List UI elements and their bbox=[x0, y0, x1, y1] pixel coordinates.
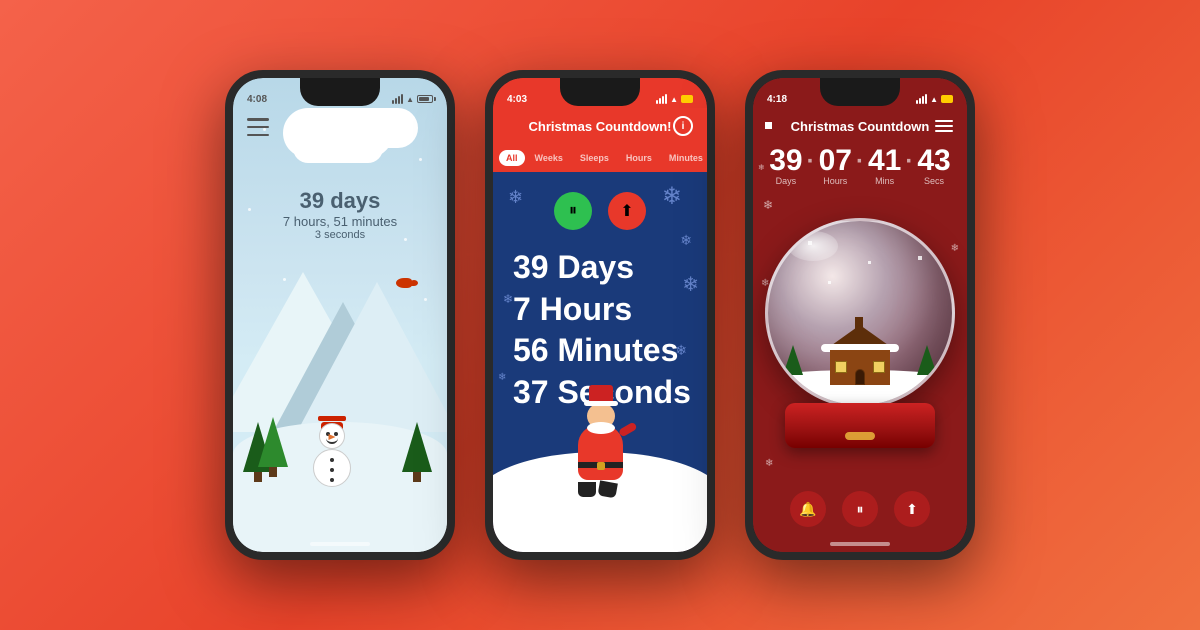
snowflake-4: ❄ bbox=[503, 292, 513, 306]
control-buttons: ⏸ ⬆ bbox=[493, 192, 707, 230]
p3-pause-button[interactable]: ⏸ bbox=[842, 491, 878, 527]
info-button[interactable]: i bbox=[673, 116, 693, 136]
p3-days-label: Days bbox=[776, 176, 797, 186]
battery-icon bbox=[417, 95, 433, 103]
tab-all[interactable]: All bbox=[499, 150, 525, 166]
wifi-icon-2: ▲ bbox=[670, 95, 678, 104]
phone3-status-bar: 4:18 ▲ bbox=[753, 78, 967, 112]
p3-hours-number: 07 bbox=[819, 146, 852, 176]
p3-days-unit: 39 Days bbox=[769, 146, 802, 186]
tab-bar: All Weeks Sleeps Hours Minutes Seconds bbox=[493, 144, 707, 172]
home-indicator-2 bbox=[570, 542, 630, 546]
phone1-time: 4:08 bbox=[247, 94, 267, 105]
menu-icon[interactable] bbox=[247, 118, 269, 136]
globe-base bbox=[785, 403, 935, 448]
phone1-seconds: 3 seconds bbox=[233, 229, 447, 241]
globe-tree-left bbox=[783, 345, 803, 375]
p3-mins-unit: 41 Mins bbox=[868, 146, 901, 186]
phone2-title: Christmas Countdown! bbox=[529, 119, 672, 134]
phone3-screen: 4:18 ▲ Christmas Countdown bbox=[753, 78, 967, 552]
home-indicator bbox=[310, 542, 370, 546]
globe-highlight bbox=[788, 231, 838, 261]
globe-base-light bbox=[845, 432, 875, 440]
cloud bbox=[293, 133, 383, 163]
phone1-countdown-text: 39 days 7 hours, 51 minutes 3 seconds bbox=[233, 188, 447, 241]
p3-sep2: · bbox=[856, 148, 864, 186]
p3-sep1: · bbox=[807, 148, 815, 186]
signal-icon-2 bbox=[656, 94, 667, 104]
header-dot bbox=[765, 122, 772, 129]
phone3-header: Christmas Countdown bbox=[753, 108, 967, 144]
snowflake-7: ❄ bbox=[498, 372, 506, 383]
p3-sep3: · bbox=[905, 148, 913, 186]
tab-hours[interactable]: Hours bbox=[619, 150, 659, 166]
battery-icon-2 bbox=[681, 95, 693, 103]
santa-container bbox=[493, 392, 707, 552]
mountain-3 bbox=[297, 282, 447, 432]
bird-icon bbox=[396, 278, 412, 288]
globe-tree-right bbox=[917, 345, 937, 375]
countdown-days: 39 Days bbox=[513, 247, 691, 289]
phone-3: 4:18 ▲ Christmas Countdown bbox=[745, 70, 975, 560]
tree-left2 bbox=[258, 417, 288, 477]
phone1-screen: 4:08 ▲ bbox=[233, 78, 447, 552]
phone2-time: 4:03 bbox=[507, 94, 527, 105]
tab-weeks[interactable]: Weeks bbox=[528, 150, 570, 166]
p3-days-number: 39 bbox=[769, 146, 802, 176]
tree-right bbox=[402, 422, 432, 482]
p3-snowflake-5: ❄ bbox=[765, 458, 773, 469]
phone3-countdown: 39 Days · 07 Hours · 41 Mins · 43 Secs bbox=[753, 146, 967, 186]
globe-snow-dot bbox=[808, 241, 812, 245]
wifi-icon: ▲ bbox=[406, 95, 414, 104]
p3-hours-label: Hours bbox=[823, 176, 847, 186]
p3-secs-label: Secs bbox=[924, 176, 944, 186]
phone2-status-icons: ▲ bbox=[656, 94, 693, 104]
home-indicator-3 bbox=[830, 542, 890, 546]
phone1-days: 39 days bbox=[233, 188, 447, 214]
pause-button[interactable]: ⏸ bbox=[554, 192, 592, 230]
phone2-app-header: Christmas Countdown! i bbox=[493, 108, 707, 144]
p3-mins-label: Mins bbox=[875, 176, 894, 186]
phone2-screen: 4:03 ▲ Christmas Countdown! i All Weeks … bbox=[493, 78, 707, 552]
tab-minutes[interactable]: Minutes bbox=[662, 150, 707, 166]
phone3-status-icons: ▲ bbox=[916, 94, 953, 104]
p3-hours-unit: 07 Hours bbox=[819, 146, 852, 186]
signal-icon bbox=[392, 94, 403, 104]
phone-2: 4:03 ▲ Christmas Countdown! i All Weeks … bbox=[485, 70, 715, 560]
snow-dot bbox=[419, 158, 422, 161]
p3-share-button[interactable]: ⬆ bbox=[894, 491, 930, 527]
p3-secs-number: 43 bbox=[917, 146, 950, 176]
globe-house bbox=[810, 315, 910, 385]
share-button[interactable]: ⬆ bbox=[608, 192, 646, 230]
p3-mins-number: 41 bbox=[868, 146, 901, 176]
wifi-icon-3: ▲ bbox=[930, 95, 938, 104]
battery-icon-3 bbox=[941, 95, 953, 103]
globe-snow-dot bbox=[918, 256, 922, 260]
globe-snow-dot bbox=[868, 261, 871, 264]
p3-secs-unit: 43 Secs bbox=[917, 146, 950, 186]
signal-icon-3 bbox=[916, 94, 927, 104]
snow-globe bbox=[765, 218, 955, 408]
phone3-time: 4:18 bbox=[767, 94, 787, 105]
snowman bbox=[313, 416, 351, 487]
globe-snow-dot bbox=[828, 281, 831, 284]
phone1-status-icons: ▲ bbox=[392, 94, 433, 104]
phone1-status-bar: 4:08 ▲ bbox=[233, 78, 447, 112]
phone3-title: Christmas Countdown bbox=[791, 119, 930, 134]
phone2-status-bar: 4:03 ▲ bbox=[493, 78, 707, 112]
phone-1: 4:08 ▲ bbox=[225, 70, 455, 560]
p3-snowflake-1: ❄ bbox=[763, 198, 773, 212]
countdown-hours: 7 Hours bbox=[513, 289, 691, 331]
countdown-minutes: 56 Minutes bbox=[513, 330, 691, 372]
phone1-hours: 7 hours, 51 minutes bbox=[233, 214, 447, 229]
phone3-menu-icon[interactable] bbox=[935, 120, 953, 132]
globe-sphere bbox=[765, 218, 955, 408]
phone3-controls: 🔔 ⏸ ⬆ bbox=[753, 491, 967, 527]
p3-notification-button[interactable]: 🔔 bbox=[790, 491, 826, 527]
tab-sleeps[interactable]: Sleeps bbox=[573, 150, 616, 166]
countdown-area: ❄ ❄ ❄ ❄ ❄ ❄ ❄ ⏸ ⬆ 39 Days 7 Hours 56 Min… bbox=[493, 172, 707, 552]
santa-figure bbox=[578, 425, 623, 497]
